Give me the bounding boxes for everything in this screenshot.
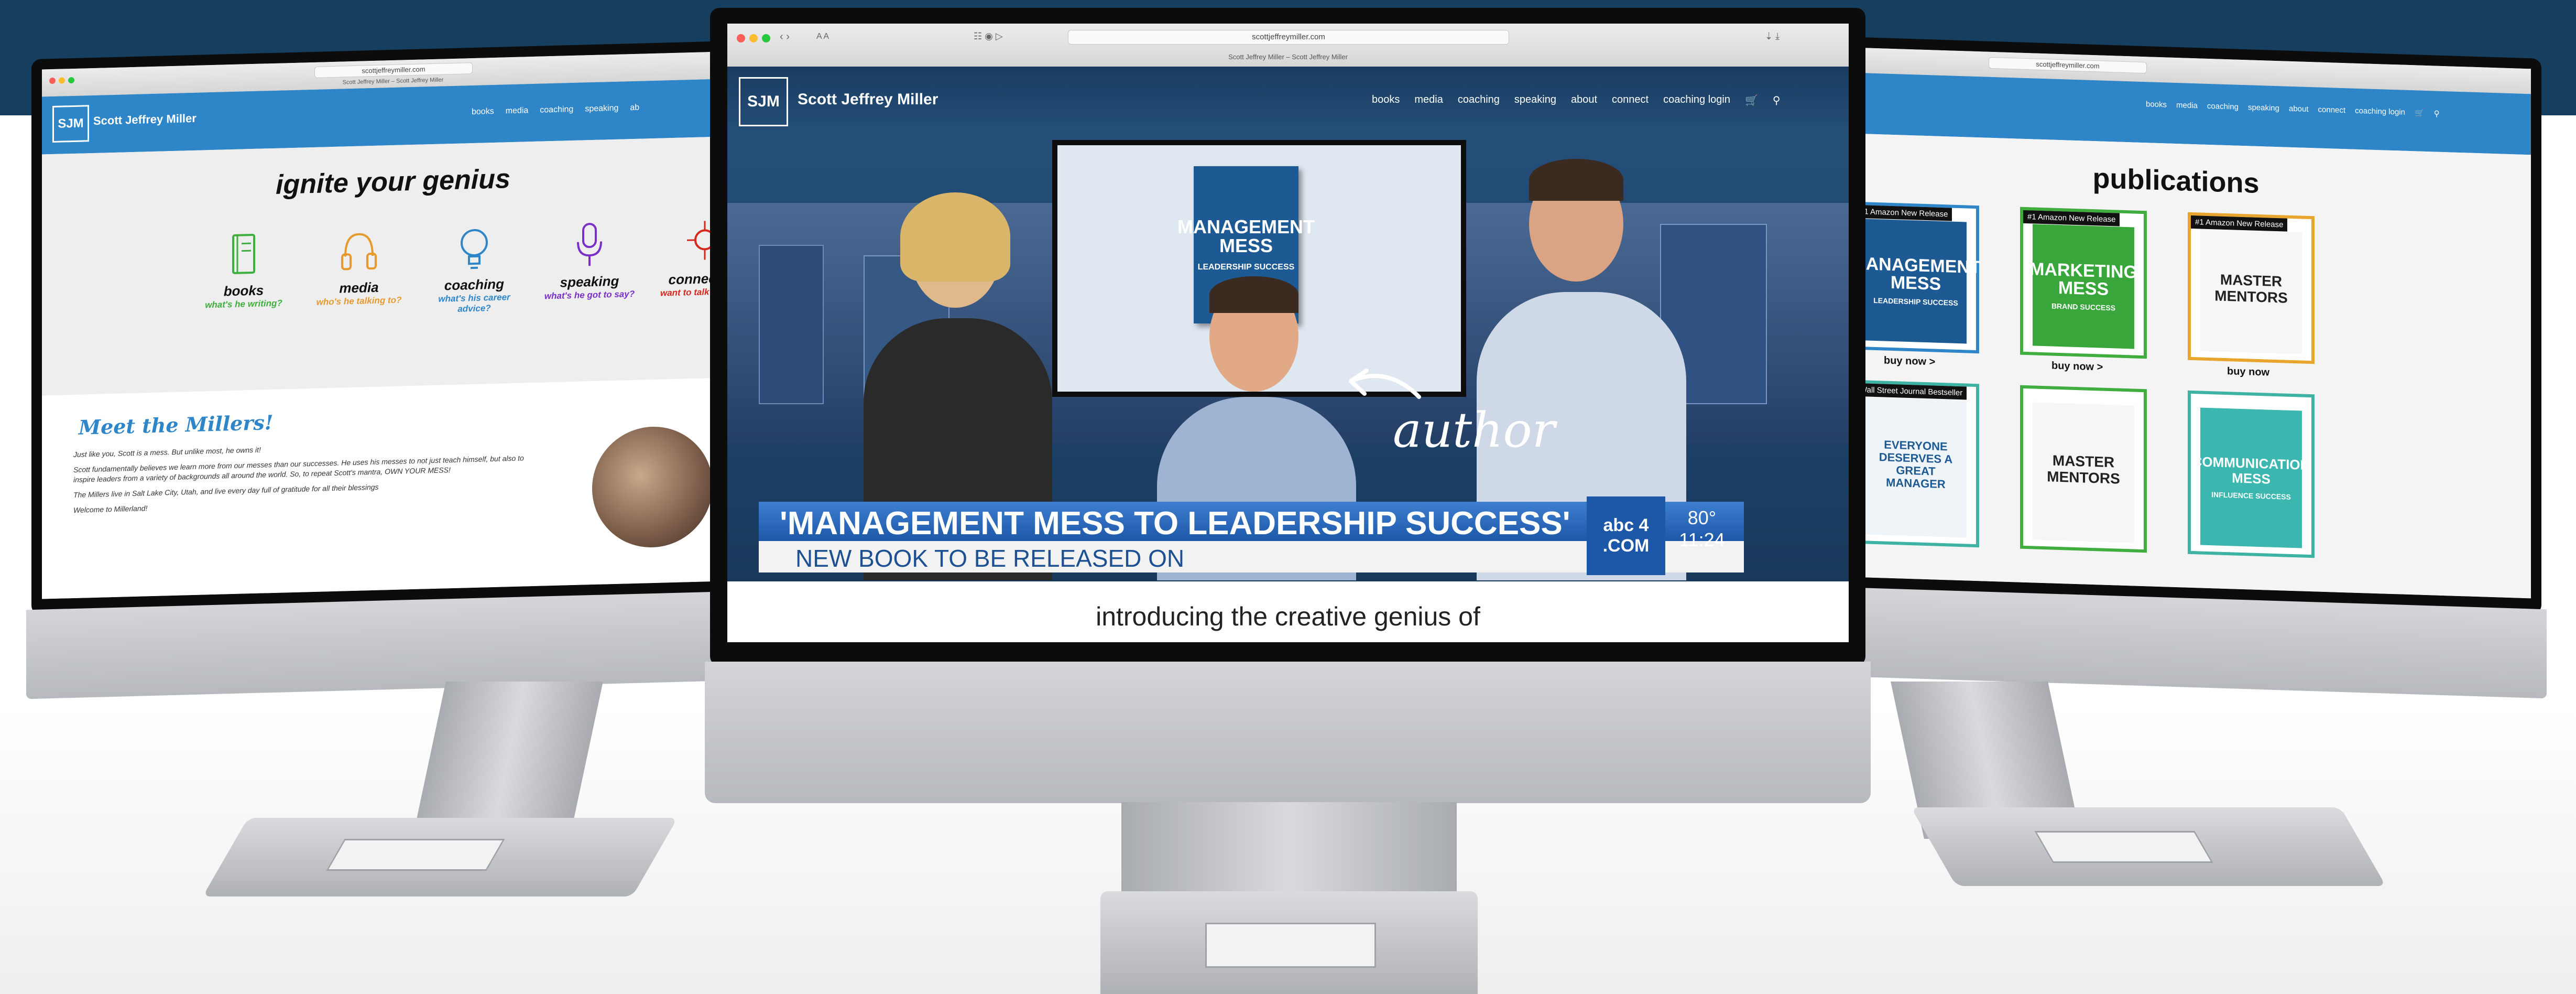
author-overlay: author [1393, 402, 1555, 458]
left-url-bar[interactable]: scottjeffreymiller.com [314, 62, 473, 78]
left-menu-coaching[interactable]: coaching [540, 105, 573, 115]
microphone-icon [577, 223, 602, 266]
search-icon[interactable]: ⚲ [2434, 109, 2440, 118]
text-size-icon[interactable]: A A [816, 32, 829, 41]
hero-section: MANAGEMENT MESS LEADERSHIP SUCCESS autho… [727, 67, 1849, 581]
right-url-bar[interactable]: scottjeffreymiller.com [1989, 57, 2147, 74]
menu-books[interactable]: books [1372, 94, 1400, 107]
right-menu-media[interactable]: media [2176, 101, 2198, 111]
left-menu-media[interactable]: media [506, 106, 529, 116]
right-foot-hole [2034, 831, 2213, 863]
station-logo: abc 4 .COM [1587, 496, 1665, 575]
buy-now-link[interactable]: buy now [2227, 365, 2269, 379]
service-speaking[interactable]: speaking what's he got to say? [540, 218, 639, 302]
left-monitor-chin [26, 590, 760, 699]
left-heading: ignite your genius [276, 164, 510, 200]
download-share-icons[interactable]: ⇣ ⤓ [1765, 31, 1780, 42]
menu-coaching-login[interactable]: coaching login [1663, 94, 1730, 107]
clock-time: 11:24 [1679, 529, 1725, 550]
cart-icon[interactable]: 🛒 [1745, 94, 1758, 107]
left-menu-books[interactable]: books [472, 107, 494, 117]
left-foot-hole [326, 839, 505, 871]
book-cover: MASTER MENTORS [2033, 402, 2134, 543]
family-photo [592, 425, 713, 549]
lightbulb-icon [461, 229, 488, 269]
left-logo[interactable]: SJM [52, 105, 89, 143]
left-menu-about[interactable]: ab [630, 103, 639, 113]
book-cover: MARKETING MESS BRAND SUCCESS [2029, 224, 2137, 349]
maximize-dot-icon[interactable] [68, 77, 74, 84]
book-cover: MANAGEMENT MESS LEADERSHIP SUCCESS [1851, 219, 1981, 344]
center-foot-hole [1205, 923, 1376, 968]
menu-media[interactable]: media [1414, 94, 1443, 107]
right-menu-speaking[interactable]: speaking [2248, 103, 2279, 113]
books-icon [232, 234, 255, 274]
service-coaching[interactable]: coaching what's his career advice? [424, 220, 524, 315]
center-monitor-chin [705, 662, 1871, 803]
search-icon[interactable]: ⚲ [1773, 94, 1781, 107]
back-forward-icon[interactable]: ‹ › [780, 31, 790, 43]
close-dot-icon[interactable] [49, 77, 56, 84]
book-cover: MASTER MENTORS [2200, 229, 2302, 354]
minimize-dot-icon[interactable] [749, 34, 758, 42]
center-logo[interactable]: SJM [739, 77, 788, 126]
maximize-dot-icon[interactable] [762, 34, 770, 42]
center-tab-title: Scott Jeffrey Miller – Scott Jeffrey Mil… [1228, 53, 1348, 61]
meet-text: Just like you, Scott is a mess. But unli… [73, 445, 524, 514]
right-menu-connect[interactable]: connect [2318, 105, 2346, 116]
book-card-marketing-mess[interactable]: MARKETING MESS BRAND SUCCESS #1 Amazon N… [2020, 207, 2147, 359]
publications-section: publications MANAGEMENT MESS LEADERSHIP … [1821, 132, 2531, 599]
menu-speaking[interactable]: speaking [1514, 94, 1556, 107]
menu-about[interactable]: about [1571, 94, 1597, 107]
cart-icon[interactable]: 🛒 [2415, 108, 2425, 118]
book-cover: COMMUNICATION MESS INFLUENCE SUCCESS [2192, 407, 2310, 548]
right-screen: scottjeffreymiller.com iller books media… [1821, 46, 2531, 599]
left-menu-speaking[interactable]: speaking [585, 104, 618, 114]
center-screen: ‹ › A A ☷ ◉ ▷ scottjeffreymiller.com ⇣ ⤓… [727, 24, 1849, 642]
center-brand[interactable]: Scott Jeffrey Miller [798, 91, 938, 109]
left-menu: books media coaching speaking ab [472, 103, 639, 117]
book-card-master-mentors-2[interactable]: MASTER MENTORS [2020, 385, 2147, 553]
book-card-everyone-deserves[interactable]: EVERYONE DESERVES A GREAT MANAGER Wall S… [1852, 380, 1979, 548]
buy-now-link[interactable]: buy now > [1884, 354, 1935, 368]
book-card-management-mess[interactable]: MANAGEMENT MESS LEADERSHIP SUCCESS #1 Am… [1851, 201, 1981, 354]
left-monitor-stand [413, 682, 603, 834]
right-menu: books media coaching speaking about conn… [2146, 100, 2440, 118]
book-card-communication-mess[interactable]: COMMUNICATION MESS INFLUENCE SUCCESS [2188, 390, 2315, 558]
intro-section: introducing the creative genius of [727, 581, 1849, 642]
center-url-bar[interactable]: scottjeffreymiller.com [1068, 30, 1509, 45]
headphones-icon [341, 233, 377, 271]
menu-coaching[interactable]: coaching [1458, 94, 1500, 107]
arrow-icon [1349, 369, 1421, 399]
service-media[interactable]: media who's he talking to? [309, 223, 409, 308]
toolbar-icons[interactable]: ☷ ◉ ▷ [974, 31, 1003, 42]
weather-time: 80° 11:24 [1671, 507, 1733, 570]
book-card-master-mentors[interactable]: MASTER MENTORS #1 Amazon New Release [2188, 212, 2315, 364]
intro-text: introducing the creative genius of [1096, 602, 1480, 631]
meet-title: Meet the Millers! [79, 410, 274, 439]
book-cover: EVERYONE DESERVES A GREAT MANAGER [1865, 397, 1967, 538]
center-browser-chrome: ‹ › A A ☷ ◉ ▷ scottjeffreymiller.com ⇣ ⤓… [727, 24, 1849, 67]
service-books[interactable]: books what's he writing? [194, 226, 293, 311]
left-services-section: ignite your genius books what's he writi… [42, 136, 744, 396]
minimize-dot-icon[interactable] [59, 77, 65, 84]
right-menu-coaching[interactable]: coaching [2207, 102, 2239, 112]
left-screen: scottjeffreymiller.com Scott Jeffrey Mil… [42, 51, 744, 599]
center-menu: books media coaching speaking about conn… [1372, 94, 1781, 107]
left-brand[interactable]: Scott Jeffrey Miller [93, 112, 197, 128]
right-menu-books[interactable]: books [2146, 100, 2167, 110]
temperature: 80° [1687, 507, 1717, 528]
skyline-building [759, 245, 824, 404]
buy-now-link[interactable]: buy now > [2051, 360, 2103, 374]
left-meet-section: Meet the Millers! Just like you, Scott i… [42, 377, 744, 599]
menu-connect[interactable]: connect [1612, 94, 1649, 107]
center-navbar: SJM Scott Jeffrey Miller books media coa… [727, 67, 1849, 135]
right-menu-coaching-login[interactable]: coaching login [2355, 106, 2405, 117]
publications-heading: publications [2092, 163, 2260, 199]
right-menu-about[interactable]: about [2289, 104, 2309, 114]
close-dot-icon[interactable] [737, 34, 745, 42]
